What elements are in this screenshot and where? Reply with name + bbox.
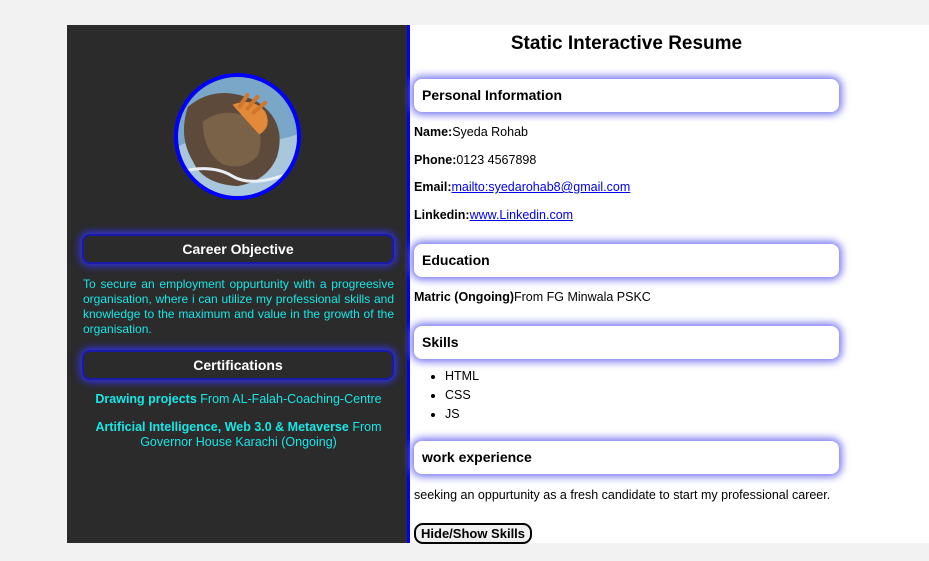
phone-label: Phone: (414, 153, 457, 167)
page-title: Static Interactive Resume (510, 33, 743, 54)
skill-item: HTML (445, 367, 479, 386)
email-row: Email:mailto:syedarohab8@gmail.com (414, 180, 630, 194)
main-content: Static Interactive Resume Personal Infor… (413, 25, 929, 544)
avatar (174, 73, 301, 200)
work-experience-heading: work experience (414, 441, 839, 474)
career-objective-heading: Career Objective (82, 234, 394, 264)
phone-value: 0123 4567898 (456, 153, 537, 167)
skill-item: JS (445, 405, 479, 424)
toggle-skills-button[interactable]: Hide/Show Skills (414, 523, 533, 544)
email-link[interactable]: mailto:syedarohab8@gmail.com (452, 180, 631, 194)
linkedin-row: Linkedin:www.Linkedin.com (414, 208, 573, 222)
profile-photo-image (178, 77, 297, 196)
skills-heading: Skills (414, 326, 839, 359)
education-heading: Education (414, 244, 839, 277)
certification-title: Artificial Intelligence, Web 3.0 & Metav… (95, 420, 349, 434)
work-experience-text: seeking an oppurtunity as a fresh candid… (414, 488, 831, 502)
personal-info-heading: Personal Information (414, 79, 839, 112)
email-label: Email: (414, 180, 452, 194)
sidebar: Career Objective To secure an employment… (67, 25, 410, 543)
name-label: Name: (414, 125, 453, 139)
education-row: Matric (Ongoing)From FG Minwala PSKC (414, 290, 651, 304)
name-value: Syeda Rohab (452, 125, 528, 139)
phone-row: Phone:0123 4567898 (414, 153, 536, 167)
certification-item: Drawing projects From AL-Falah-Coaching-… (83, 392, 394, 407)
linkedin-link[interactable]: www.Linkedin.com (470, 208, 574, 222)
skills-list: HTML CSS JS (445, 367, 479, 424)
resume-page: Career Objective To secure an employment… (67, 25, 929, 544)
skill-item: CSS (445, 386, 479, 405)
linkedin-label: Linkedin: (414, 208, 470, 222)
education-institute: From FG Minwala PSKC (514, 290, 651, 304)
certification-title: Drawing projects (95, 392, 197, 406)
certifications-heading: Certifications (82, 350, 394, 380)
name-row: Name:Syeda Rohab (414, 125, 528, 139)
certification-detail: From AL-Falah-Coaching-Centre (200, 392, 382, 406)
education-degree: Matric (Ongoing) (414, 290, 514, 304)
career-objective-text: To secure an employment oppurtunity with… (83, 277, 394, 336)
certification-item: Artificial Intelligence, Web 3.0 & Metav… (83, 420, 394, 450)
